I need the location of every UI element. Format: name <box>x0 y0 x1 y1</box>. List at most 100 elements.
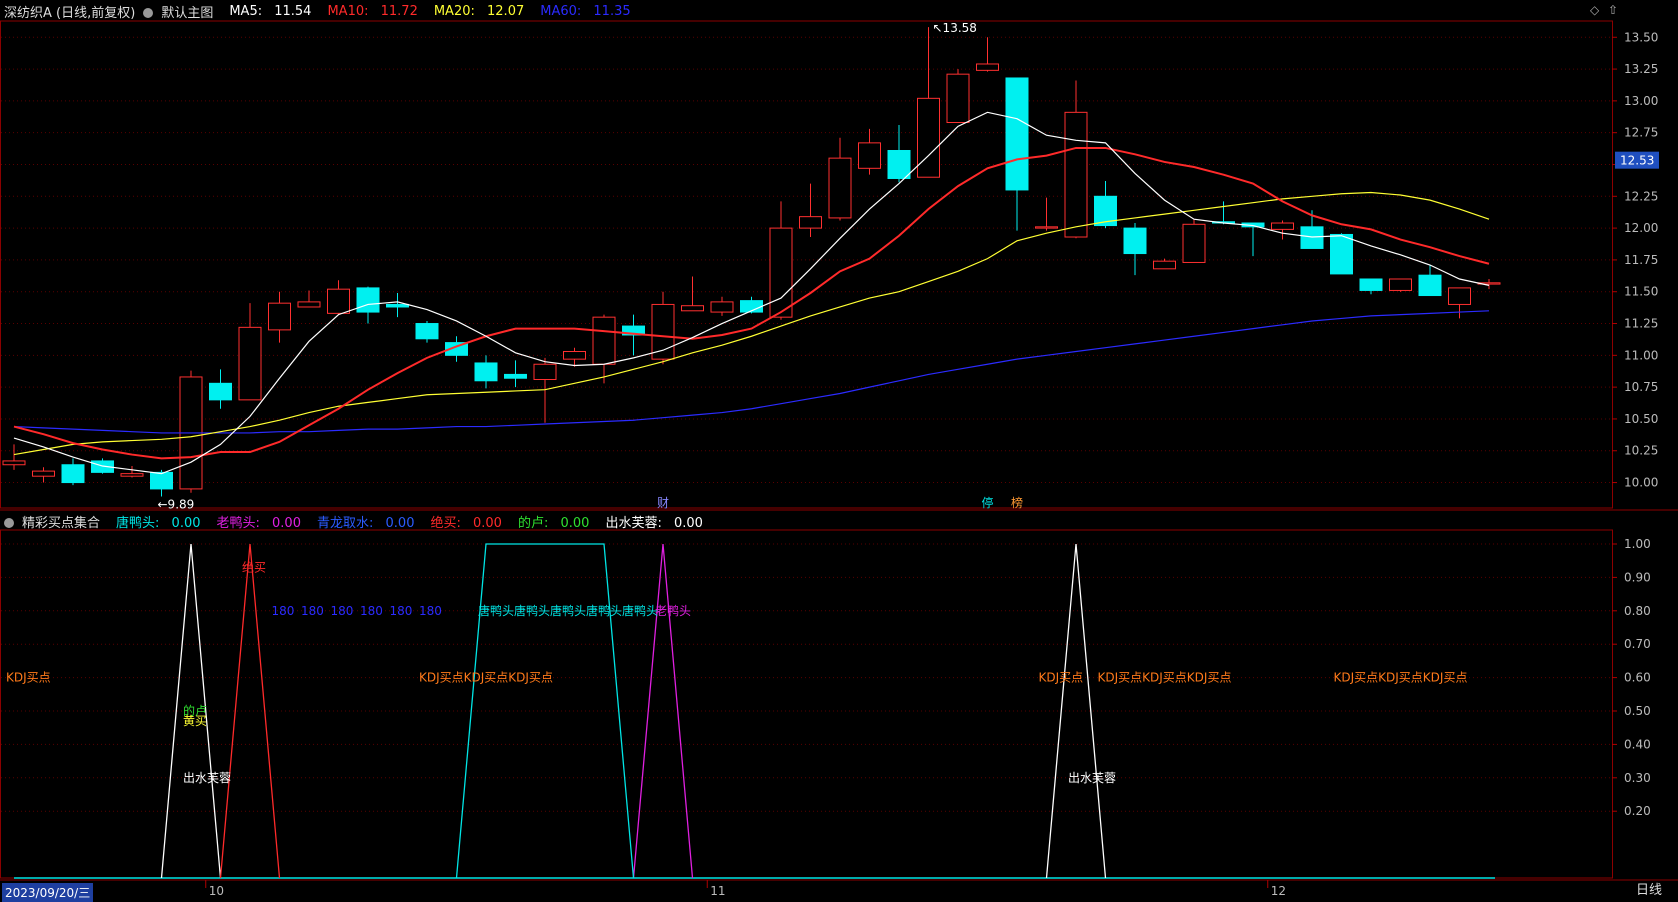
signal-text: 180 <box>419 604 442 618</box>
indicator-name: 精彩买点集合 <box>22 515 101 531</box>
price-chart[interactable]: ↖13.58←9.89 财停榜 <box>2 21 1501 512</box>
ma20-value: 12.07 <box>487 3 525 19</box>
candle-body <box>209 382 232 401</box>
candle-body <box>710 301 734 313</box>
candle-body <box>533 363 557 381</box>
laoyatou-legend: 老鸭头: 0.00 <box>217 512 309 531</box>
ma20-line <box>13 191 1490 456</box>
stock-title[interactable]: 深纺织A (日线,前复权) <box>4 2 135 21</box>
price-tick-label: 11.25 <box>1624 317 1658 331</box>
main-frame <box>0 20 1613 509</box>
event-marker: 财 <box>657 496 669 510</box>
candle-body <box>563 351 586 360</box>
event-marker: 停 <box>982 495 994 510</box>
sub-tick-label: 0.90 <box>1624 570 1651 584</box>
candle-body <box>356 287 380 313</box>
candle-body <box>1418 274 1442 297</box>
candle-body <box>474 362 498 382</box>
sub-tick-label: 0.40 <box>1624 737 1651 751</box>
scroll-up-icon[interactable]: ⇧ <box>1608 3 1618 17</box>
chushui-signal-line <box>1045 543 1107 879</box>
current-price-label: 12.53 <box>1620 154 1654 168</box>
signal-text: KDJ买点KDJ买点KDJ买点 <box>1334 671 1468 685</box>
signal-text: 180 <box>331 604 354 618</box>
candle-body <box>297 301 321 308</box>
date-tick-label: 12 <box>1271 884 1286 898</box>
sub-tick-label: 0.30 <box>1624 771 1651 785</box>
ma20-label: MA20: <box>433 3 475 19</box>
candle-body <box>386 303 409 308</box>
legend-label: 绝买: <box>430 515 461 531</box>
indicator-header: 精彩买点集合 唐鸭头: 0.00 老鸭头: 0.00 青龙取水: 0.00 绝买… <box>0 510 719 532</box>
signal-text: 180 <box>360 604 383 618</box>
candle-body <box>1123 227 1147 255</box>
date-tick-label: 10 <box>209 884 224 898</box>
signal-text: 出水芙蓉 <box>1068 771 1116 785</box>
legend-value: 0.00 <box>473 515 502 531</box>
laoyatou-signal-line <box>632 543 694 879</box>
price-tick-label: 12.75 <box>1624 126 1658 140</box>
price-tick-label: 10.00 <box>1624 476 1658 490</box>
candle-body <box>327 288 350 314</box>
price-tick-label: 11.50 <box>1624 285 1658 299</box>
date-tick-label: 11 <box>710 884 725 898</box>
price-tick-label: 11.00 <box>1624 348 1658 362</box>
candle-body <box>1389 278 1412 291</box>
legend-label: 出水芙蓉: <box>605 515 662 531</box>
tangyatou-legend: 唐鸭头: 0.00 <box>116 512 208 531</box>
candle-body <box>917 97 940 178</box>
candle-body <box>1064 111 1088 238</box>
legend-value: 0.00 <box>385 515 415 531</box>
signal-text: KDJ买点KDJ买点KDJ买点 <box>419 671 553 685</box>
sub-tick-label: 0.60 <box>1624 671 1651 685</box>
period-selector[interactable]: 日线 <box>1620 881 1678 901</box>
candle-body <box>1271 222 1294 230</box>
candle-body <box>504 373 527 379</box>
candle-body <box>1300 226 1324 249</box>
ma5-label: MA5: <box>229 3 263 19</box>
sub-frame <box>0 529 1613 879</box>
legend-label: 唐鸭头: <box>116 515 160 531</box>
candle-body <box>976 63 999 71</box>
candle-body <box>120 473 144 477</box>
candle-body <box>1182 223 1206 263</box>
candle-body <box>415 323 439 340</box>
stock-chart-canvas[interactable]: ↖13.58←9.89 财停榜 KDJ买点 KDJ买点KDJ买点KDJ买点 KDJ买点… <box>0 0 1678 901</box>
event-marker: 榜 <box>1011 495 1023 510</box>
diamond-icon[interactable]: ◇ <box>1590 3 1599 17</box>
signal-text: KDJ买点 <box>1039 671 1084 685</box>
candle-body <box>1330 233 1353 275</box>
sub-tick-label: 0.50 <box>1624 704 1651 718</box>
candle-body <box>858 142 881 169</box>
signal-text: 唐鸭头唐鸭头唐鸭头唐鸭头唐鸭头 <box>478 603 658 618</box>
candle-body <box>1359 278 1383 291</box>
candle-body <box>2 460 26 466</box>
ma10-label: MA10: <box>327 3 369 19</box>
legend-label: 的卢: <box>517 515 549 531</box>
candle-body <box>1448 287 1471 305</box>
candle-body <box>1153 260 1176 270</box>
legend-value: 0.00 <box>673 515 703 531</box>
main-chart-header: 深纺织A (日线,前复权) 默认主图 MA5: 11.54 MA10: 11.7… <box>0 0 647 22</box>
candle-body <box>150 471 173 490</box>
candle-body <box>1005 77 1029 191</box>
price-tick-label: 10.50 <box>1624 412 1658 426</box>
indicator-selector[interactable]: 精彩买点集合 <box>4 512 108 531</box>
signal-text: 180 <box>390 604 413 618</box>
dilu-legend: 的卢: 0.00 <box>518 512 597 531</box>
candle-body <box>238 326 262 401</box>
price-tick-label: 10.25 <box>1624 444 1658 458</box>
sub-tick-label: 0.80 <box>1624 604 1651 618</box>
template-selector[interactable]: 默认主图 <box>143 2 221 21</box>
chushui-legend: 出水芙蓉: 0.00 <box>605 512 710 531</box>
ma20-legend: MA20: 12.07 <box>434 4 532 19</box>
price-tick-label: 10.75 <box>1624 380 1658 394</box>
candle-body <box>799 216 822 229</box>
signal-text: 出水芙蓉 <box>183 771 231 785</box>
signal-text: 180 <box>272 604 295 618</box>
candle-body <box>946 73 970 124</box>
template-label: 默认主图 <box>161 5 214 21</box>
price-tick-label: 12.25 <box>1624 189 1658 203</box>
ma10-legend: MA10: 11.72 <box>327 4 425 19</box>
legend-label: 青龙取水: <box>316 515 374 531</box>
